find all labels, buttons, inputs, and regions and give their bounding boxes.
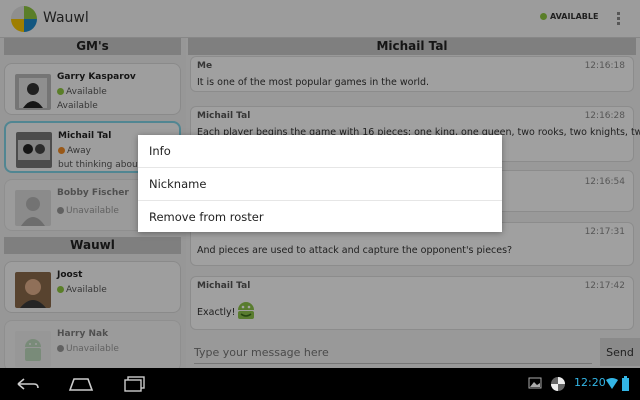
wifi-icon xyxy=(606,378,618,389)
wauwl-notification-icon xyxy=(551,377,565,391)
home-icon[interactable] xyxy=(68,375,94,393)
menu-item-nickname[interactable]: Nickname xyxy=(138,167,502,199)
menu-item-info[interactable]: Info xyxy=(138,135,502,167)
menu-item-remove-from-roster[interactable]: Remove from roster xyxy=(138,200,502,232)
contact-context-menu: Info Nickname Remove from roster xyxy=(138,135,502,232)
gallery-notification-icon xyxy=(528,377,542,389)
back-icon[interactable] xyxy=(15,375,41,393)
battery-icon xyxy=(622,376,629,391)
recent-apps-icon[interactable] xyxy=(122,375,148,393)
system-nav-bar: 12:20 xyxy=(0,368,640,400)
system-clock: 12:20 xyxy=(574,376,606,389)
